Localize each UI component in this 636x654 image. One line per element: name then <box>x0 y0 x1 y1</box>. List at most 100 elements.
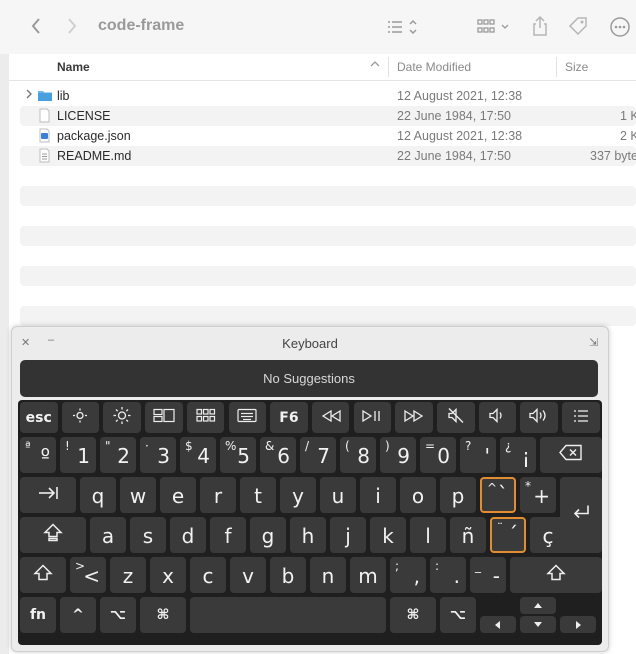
fn-key-mute[interactable] <box>437 402 475 433</box>
back-icon[interactable] <box>30 17 42 39</box>
right-command-key[interactable]: ⌘ <box>390 597 436 633</box>
fn-key-fast-forward[interactable] <box>395 402 433 433</box>
key-7[interactable]: 7/ <box>300 437 336 473</box>
key-u[interactable]: u <box>320 477 356 513</box>
fn-key-volume-up[interactable] <box>520 402 558 433</box>
fn-key-mission-control[interactable] <box>145 402 183 433</box>
fn-key-brightness-up[interactable] <box>103 402 141 433</box>
arrow-up-key[interactable] <box>520 597 556 614</box>
key-9[interactable]: 9) <box>380 437 416 473</box>
key-b[interactable]: b <box>270 557 306 593</box>
key-j[interactable]: j <box>330 517 366 553</box>
fn-key-launchpad[interactable] <box>186 402 225 433</box>
delete-key[interactable] <box>540 437 602 473</box>
key-3[interactable]: 3 · <box>140 437 176 473</box>
tag-icon[interactable] <box>567 16 589 40</box>
forward-icon[interactable] <box>66 17 78 39</box>
file-name: package.json <box>57 129 131 143</box>
tab-key[interactable] <box>20 477 76 513</box>
key-p[interactable]: p <box>440 477 476 513</box>
key-i[interactable]: i <box>360 477 396 513</box>
fn-key-play-pause[interactable] <box>353 402 392 433</box>
fn-key-menu[interactable] <box>562 402 600 433</box>
key-z[interactable]: z <box>110 557 146 593</box>
key-´[interactable]: ´ ¨ <box>490 517 526 553</box>
key-s[interactable]: s <box>130 517 166 553</box>
fn-key-keyboard-backlight[interactable] <box>228 402 266 433</box>
column-name-header[interactable]: Name <box>57 60 90 74</box>
key-'[interactable]: '? <box>460 437 496 473</box>
key-ñ[interactable]: ñ <box>450 517 486 553</box>
key-n[interactable]: n <box>310 557 346 593</box>
key-k[interactable]: k <box>370 517 406 553</box>
return-key[interactable] <box>560 477 602 553</box>
right-shift-key[interactable] <box>510 557 602 593</box>
list-item-license[interactable]: LICENSE 22 June 1984, 17:50 1 K <box>20 106 636 126</box>
fn-key-volume-down[interactable] <box>478 402 517 433</box>
fn-key-brightness-down[interactable] <box>61 402 100 433</box>
arrow-down-key[interactable] <box>520 616 556 633</box>
key-0[interactable]: 0 = <box>420 437 456 473</box>
list-item-lib[interactable]: lib 12 August 2021, 12:38 <box>20 86 636 106</box>
key-r[interactable]: r <box>200 477 236 513</box>
key-x[interactable]: x <box>150 557 186 593</box>
key-g[interactable]: g <box>250 517 286 553</box>
option-key[interactable]: ⌥ <box>100 597 136 633</box>
key-m[interactable]: m <box>350 557 386 593</box>
list-item-readme[interactable]: README.md 22 June 1984, 17:50 337 byte <box>20 146 636 166</box>
command-key[interactable]: ⌘ <box>140 597 186 633</box>
key-e[interactable]: e <box>160 477 196 513</box>
arrow-left-key[interactable] <box>480 616 516 633</box>
more-icon[interactable] <box>609 16 631 42</box>
key-w[interactable]: w <box>120 477 156 513</box>
arrow-right-key[interactable] <box>560 616 596 633</box>
column-date-header[interactable]: Date Modified <box>397 60 471 74</box>
key-q[interactable]: q <box>80 477 116 513</box>
fn-key-esc[interactable]: esc <box>20 402 58 433</box>
key-¡[interactable]: ¡ ¿ <box>500 437 536 473</box>
list-item-package-json[interactable]: package.json 12 August 2021, 12:38 2 K <box>20 126 636 146</box>
key-2[interactable]: 2 " <box>100 437 136 473</box>
key-d[interactable]: d <box>170 517 206 553</box>
sort-ascending-icon[interactable] <box>370 59 380 71</box>
left-shift-key[interactable] <box>20 557 66 593</box>
key-4[interactable]: 4 $ <box>180 437 216 473</box>
group-icon[interactable] <box>476 17 514 41</box>
caps-lock-key[interactable] <box>20 517 86 553</box>
share-icon[interactable] <box>531 15 549 41</box>
key-c[interactable]: c <box>190 557 226 593</box>
key-8[interactable]: 8( <box>340 437 376 473</box>
list-view-icon[interactable] <box>386 17 420 41</box>
key-`[interactable]: ` ^ <box>480 477 516 513</box>
control-key[interactable]: ^ <box>60 597 96 633</box>
key-t[interactable]: t <box>240 477 276 513</box>
column-divider[interactable] <box>388 57 389 77</box>
key-label: o <box>411 484 425 508</box>
key-6[interactable]: 6 & <box>260 437 296 473</box>
key-5[interactable]: 5% <box>220 437 256 473</box>
column-divider[interactable] <box>556 57 557 77</box>
key-h[interactable]: h <box>290 517 326 553</box>
key-l[interactable]: l <box>410 517 446 553</box>
key-+[interactable]: + * <box>520 477 556 513</box>
key-o[interactable]: o <box>400 477 436 513</box>
key-.[interactable]: .: <box>430 557 466 593</box>
fn-key-rewind[interactable] <box>311 402 350 433</box>
space-bar[interactable] <box>190 597 386 633</box>
key-1[interactable]: 1! <box>60 437 96 473</box>
key-,[interactable]: ,; <box>390 557 426 593</box>
key-º[interactable]: ºª <box>20 437 56 473</box>
key-f[interactable]: f <box>210 517 246 553</box>
fn-key[interactable]: fn <box>20 597 56 633</box>
key-v[interactable]: v <box>230 557 266 593</box>
disclosure-triangle-icon[interactable] <box>25 89 33 102</box>
right-option-key[interactable]: ⌥ <box>440 597 476 633</box>
column-size-header[interactable]: Size <box>565 60 588 74</box>
fn-key-F6[interactable]: F6 <box>270 402 308 433</box>
key-y[interactable]: y <box>280 477 316 513</box>
key-a[interactable]: a <box>90 517 126 553</box>
key-ç[interactable]: ç <box>530 517 566 553</box>
key-<[interactable]: < > <box>70 557 106 593</box>
key--[interactable]: - _ <box>470 557 506 593</box>
expand-icon[interactable]: ⇲ <box>589 336 598 349</box>
